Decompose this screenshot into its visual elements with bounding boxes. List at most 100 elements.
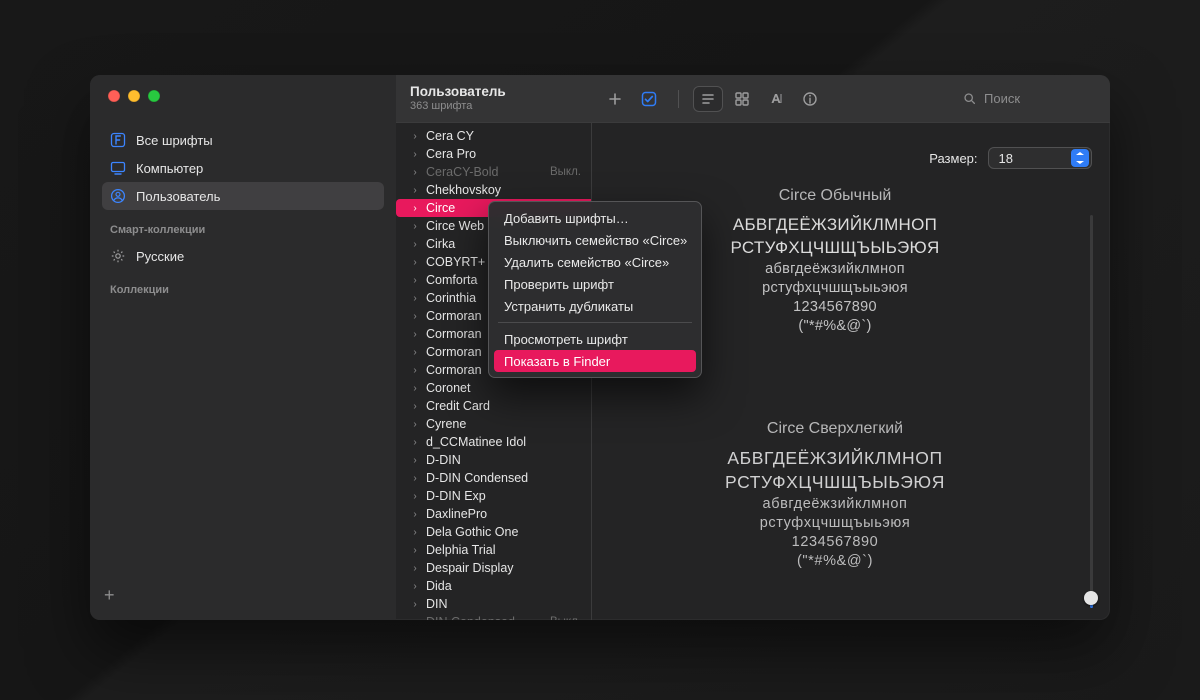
chevron-right-icon[interactable]: ›	[410, 131, 420, 142]
chevron-right-icon[interactable]: ›	[410, 581, 420, 592]
font-name: Delphia Trial	[426, 543, 495, 557]
font-row[interactable]: ›Despair Display	[396, 559, 591, 577]
font-row[interactable]: ›CeraCY-BoldВыкл.	[396, 163, 591, 181]
font-row[interactable]: ›Cera Pro	[396, 145, 591, 163]
chevron-right-icon[interactable]: ›	[410, 563, 420, 574]
font-status: Выкл.	[550, 166, 581, 178]
chevron-right-icon[interactable]: ›	[410, 509, 420, 520]
font-name: Comforta	[426, 273, 477, 287]
font-row[interactable]: › D-DIN Exp	[396, 487, 591, 505]
font-name: DaxlinePro	[426, 507, 487, 521]
sidebar-item-user[interactable]: Пользователь	[102, 182, 384, 210]
font-name: Coronet	[426, 381, 470, 395]
title-block: Пользователь 363 шрифта	[396, 78, 592, 118]
chevron-right-icon[interactable]: ›	[410, 599, 420, 610]
menu-item[interactable]: Показать в Finder	[494, 350, 696, 372]
view-grid-button[interactable]	[727, 86, 757, 112]
chevron-right-icon[interactable]: ›	[410, 617, 420, 621]
font-name: Corinthia	[426, 291, 476, 305]
sidebar: Все шрифты Компьютер Пользователь Смарт-…	[90, 75, 396, 620]
font-name: Credit Card	[426, 399, 490, 413]
font-name: D-DIN Condensed	[426, 471, 528, 485]
chevron-right-icon[interactable]: ›	[410, 419, 420, 430]
chevron-right-icon[interactable]: ›	[410, 221, 420, 232]
menu-separator	[498, 322, 692, 323]
add-fonts-button[interactable]	[600, 86, 630, 112]
menu-item[interactable]: Просмотреть шрифт	[494, 328, 696, 350]
size-slider[interactable]	[1084, 215, 1098, 608]
font-row[interactable]: › Coronet	[396, 379, 591, 397]
search-input[interactable]	[982, 90, 1092, 107]
menu-item[interactable]: Добавить шрифты…	[494, 207, 696, 229]
sample-line: рстуфхцчшщъыьэюя	[592, 515, 1078, 531]
sample-extralight: Circe Сверхлегкий АБВГДЕЁЖЗИЙКЛМНОП РСТУ…	[592, 420, 1078, 569]
chevron-right-icon[interactable]: ›	[410, 455, 420, 466]
chevron-right-icon[interactable]: ›	[410, 491, 420, 502]
sample-line: АБВГДЕЁЖЗИЙКЛМНОП	[592, 448, 1078, 469]
menu-item[interactable]: Выключить семейство «Circe»	[494, 229, 696, 251]
chevron-right-icon[interactable]: ›	[410, 347, 420, 358]
font-row[interactable]: ›d_CCMatinee Idol	[396, 433, 591, 451]
menu-item[interactable]: Проверить шрифт	[494, 273, 696, 295]
font-row[interactable]: ›Dida	[396, 577, 591, 595]
chevron-right-icon[interactable]: ›	[410, 311, 420, 322]
info-button[interactable]	[795, 86, 825, 112]
chevron-right-icon[interactable]: ›	[410, 545, 420, 556]
chevron-right-icon[interactable]: ›	[410, 365, 420, 376]
font-name: Chekhovskoy	[426, 183, 501, 197]
chevron-right-icon[interactable]: ›	[410, 275, 420, 286]
font-row[interactable]: ›Cera CY	[396, 127, 591, 145]
toolbar-separator	[678, 90, 679, 108]
close-icon[interactable]	[108, 90, 120, 102]
sidebar-item-label: Компьютер	[136, 161, 203, 176]
font-row[interactable]: › Credit Card	[396, 397, 591, 415]
font-row[interactable]: ›D-DIN	[396, 451, 591, 469]
sample-title: Circe Сверхлегкий	[592, 420, 1078, 438]
font-name: Cyrene	[426, 417, 466, 431]
font-row[interactable]: › Chekhovskoy	[396, 181, 591, 199]
font-row[interactable]: › Delphia Trial	[396, 541, 591, 559]
chevron-right-icon[interactable]: ›	[410, 293, 420, 304]
chevron-right-icon[interactable]: ›	[410, 329, 420, 340]
chevron-right-icon[interactable]: ›	[410, 149, 420, 160]
chevron-right-icon[interactable]: ›	[410, 203, 420, 214]
menu-item[interactable]: Устранить дубликаты	[494, 295, 696, 317]
context-menu[interactable]: Добавить шрифты…Выключить семейство «Cir…	[488, 201, 702, 378]
chevron-right-icon[interactable]: ›	[410, 239, 420, 250]
font-name: Cirka	[426, 237, 455, 251]
chevron-right-icon[interactable]: ›	[410, 437, 420, 448]
font-row[interactable]: ›DIN CondensedВыкл.	[396, 613, 591, 620]
font-row[interactable]: › DaxlinePro	[396, 505, 591, 523]
view-custom-button[interactable]	[761, 86, 791, 112]
search-field[interactable]	[953, 87, 1098, 111]
chevron-right-icon[interactable]: ›	[410, 401, 420, 412]
smart-collection-russian[interactable]: Русские	[102, 242, 384, 270]
chevron-right-icon[interactable]: ›	[410, 383, 420, 394]
sample-line: абвгдеёжзийклмноп	[592, 496, 1078, 512]
toggle-enable-button[interactable]	[634, 86, 664, 112]
minimize-icon[interactable]	[128, 90, 140, 102]
chevron-right-icon[interactable]: ›	[410, 527, 420, 538]
font-row[interactable]: ›Dela Gothic One	[396, 523, 591, 541]
font-row[interactable]: ›DIN	[396, 595, 591, 613]
font-name: COBYRT+	[426, 255, 485, 269]
font-name: D-DIN Exp	[426, 489, 486, 503]
menu-item[interactable]: Удалить семейство «Circe»	[494, 251, 696, 273]
slider-knob[interactable]	[1084, 591, 1098, 605]
plus-icon: +	[104, 585, 115, 605]
font-row[interactable]: › D-DIN Condensed	[396, 469, 591, 487]
chevron-right-icon[interactable]: ›	[410, 185, 420, 196]
view-sample-button[interactable]	[693, 86, 723, 112]
chevron-right-icon[interactable]: ›	[410, 473, 420, 484]
font-row[interactable]: › Cyrene	[396, 415, 591, 433]
sample-line: РСТУФХЦЧШЩЪЫЬЭЮЯ	[592, 472, 1078, 493]
sidebar-item-all-fonts[interactable]: Все шрифты	[102, 126, 384, 154]
sidebar-item-computer[interactable]: Компьютер	[102, 154, 384, 182]
sidebar-item-label: Пользователь	[136, 189, 220, 204]
add-collection-button[interactable]: +	[90, 578, 396, 612]
chevron-right-icon[interactable]: ›	[410, 167, 420, 178]
sample-line: 1234567890	[592, 534, 1078, 550]
zoom-icon[interactable]	[148, 90, 160, 102]
chevron-right-icon[interactable]: ›	[410, 257, 420, 268]
toolbar: Пользователь 363 шрифта	[396, 75, 1110, 123]
